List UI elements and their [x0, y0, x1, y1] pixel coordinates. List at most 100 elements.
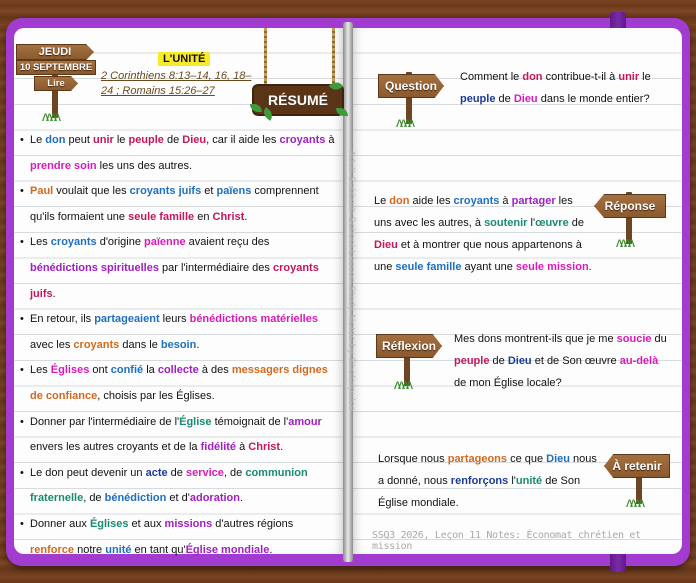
text-run: , car il aide les — [206, 134, 280, 146]
text-run: témoignait de l' — [211, 415, 289, 428]
text-run: Donner par l'intermédiaire de l' — [30, 415, 180, 428]
text-run: aide les — [409, 195, 454, 207]
text-run: les uns des autres. — [96, 159, 193, 172]
highlighted-word: croyants — [73, 338, 120, 351]
highlighted-word: Paul — [30, 185, 54, 198]
lesson-topic: L'UNITÉ — [158, 52, 211, 66]
text-run: . — [239, 492, 244, 505]
highlighted-word: au-delà — [619, 355, 659, 367]
highlighted-word: acte — [145, 466, 168, 479]
highlighted-word: Christ — [212, 210, 245, 223]
text-run: et — [201, 185, 217, 198]
highlighted-word: renforçons — [450, 475, 509, 487]
spine-credit: Adult Sabbath School Lesson Study Notes … — [346, 150, 357, 412]
text-run: par l'intermédiaire des — [158, 261, 273, 274]
text-run: Les — [30, 364, 51, 377]
retenir-text: Lorsque nous partageons ce que Dieu nous… — [378, 448, 600, 514]
text-run: de — [163, 134, 183, 146]
highlighted-word: œuvre — [535, 217, 569, 229]
highlighted-word: soutenir — [484, 217, 528, 229]
text-run: à — [325, 134, 335, 146]
highlighted-word: bénédiction — [104, 492, 167, 505]
highlighted-word: peuple — [128, 134, 164, 146]
text-run: envers les autres croyants et de la — [30, 441, 201, 454]
text-run: à — [499, 195, 512, 207]
highlighted-word: collecte — [157, 364, 199, 377]
summary-bullet: Les croyants d'origine païenne avaient r… — [20, 230, 338, 307]
text-run: la — [143, 364, 158, 377]
highlighted-word: bénédictions matérielles — [189, 313, 318, 326]
highlighted-word: partageons — [447, 453, 508, 465]
day-board: JEUDI — [16, 44, 94, 60]
reflexion-text: Mes dons montrent-ils que je me soucie d… — [454, 328, 672, 394]
highlighted-word: croyants — [453, 195, 500, 207]
highlighted-word: unité — [105, 543, 132, 556]
summary-bullet: Le don peut unir le peuple de Dieu, car … — [20, 128, 338, 179]
text-run: contribue-t-il à — [542, 71, 619, 83]
text-run: Les — [30, 236, 51, 249]
highlighted-word: Église mondiale — [185, 543, 270, 556]
reponse-text: Le don aide les croyants à partager les … — [374, 190, 592, 278]
text-run: Mes dons montrent-ils que je me — [454, 333, 617, 345]
text-run: Comment le — [460, 71, 523, 83]
text-run: de mon Église locale? — [454, 377, 562, 389]
highlighted-word: don — [45, 134, 66, 146]
text-run: en — [194, 210, 213, 223]
highlighted-word: Dieu — [546, 453, 570, 465]
text-run: ont — [89, 364, 111, 377]
highlighted-word: amour — [288, 415, 322, 428]
text-run: le — [113, 134, 129, 146]
grass-icon: ᴧᴧᴧᴧ — [394, 376, 413, 392]
highlighted-word: croyants — [50, 236, 97, 249]
highlighted-word: Christ — [248, 441, 281, 454]
highlighted-word: renforce — [30, 543, 75, 556]
highlighted-word: besoin — [160, 338, 197, 351]
highlighted-word: unir — [93, 134, 114, 146]
grass-icon: ᴧᴧᴧᴧ — [616, 234, 635, 250]
grass-icon: ᴧᴧᴧᴧ — [42, 108, 61, 124]
text-run: leurs — [159, 313, 190, 326]
text-run: . — [196, 338, 200, 351]
highlighted-word: unir — [618, 71, 640, 83]
text-run: à des — [198, 364, 232, 377]
text-run: d'autres régions — [212, 517, 294, 530]
highlighted-word: seule famille — [128, 210, 195, 223]
highlighted-word: don — [389, 195, 410, 207]
read-board: Lire — [34, 76, 78, 91]
highlighted-word: don — [522, 71, 543, 83]
grass-icon: ᴧᴧᴧᴧ — [396, 114, 415, 130]
text-run: En retour, ils — [30, 313, 95, 326]
text-run: à — [236, 441, 249, 454]
summary-bullet: En retour, ils partageaient leurs bénédi… — [20, 307, 338, 358]
text-run: l' — [527, 217, 536, 229]
text-run: le — [639, 71, 651, 83]
text-run: et de Son œuvre — [531, 355, 620, 367]
text-run: Lorsque nous — [378, 453, 448, 465]
text-run: de — [167, 466, 186, 479]
summary-bullet-list: Le don peut unir le peuple de Dieu, car … — [20, 128, 338, 563]
scripture-references[interactable]: 2 Corinthiens 8:13–14, 16, 18–24 ; Romai… — [101, 69, 261, 99]
summary-bullet: Paul voulait que les croyants juifs et p… — [20, 179, 338, 230]
highlighted-word: confié — [110, 364, 144, 377]
highlighted-word: peuple — [454, 355, 490, 367]
highlighted-word: croyants juifs — [129, 185, 202, 198]
text-run: voulait que les — [53, 185, 130, 198]
text-run: et d' — [166, 492, 190, 505]
highlighted-word: soucie — [616, 333, 652, 345]
text-run: Le don peut devenir un — [30, 466, 146, 479]
text-run: notre — [74, 543, 106, 556]
text-run: l' — [508, 475, 516, 487]
reflexion-sign: Réflexion — [376, 334, 442, 358]
highlighted-word: Dieu — [507, 355, 532, 367]
retenir-sign: À retenir — [604, 454, 670, 478]
text-run: . — [269, 543, 273, 556]
highlighted-word: seule famille — [395, 261, 462, 273]
text-run: dans le monde entier? — [537, 93, 650, 105]
highlighted-word: Église — [179, 415, 212, 428]
text-run: avaient reçu des — [185, 236, 270, 249]
question-text: Comment le don contribue-t-il à unir le … — [460, 66, 672, 110]
text-run: de — [495, 93, 514, 105]
highlighted-word: prendre soin — [30, 159, 97, 172]
highlighted-word: partageaient — [94, 313, 160, 326]
highlighted-word: missions — [164, 517, 213, 530]
